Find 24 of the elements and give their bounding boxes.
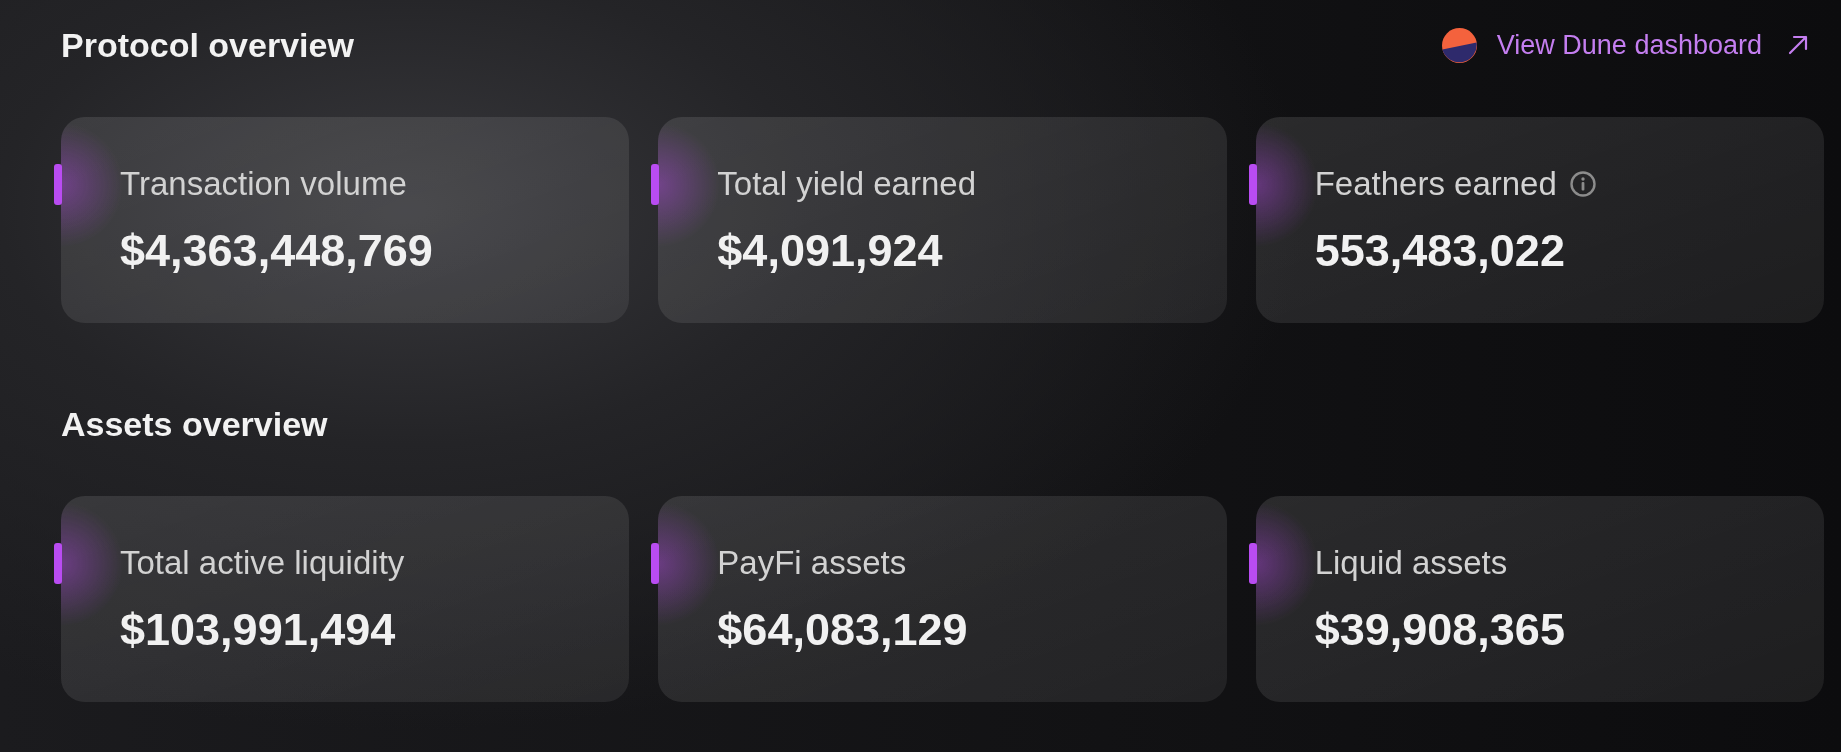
accent-bar [54, 543, 62, 584]
stat-value: $4,363,448,769 [120, 225, 433, 277]
info-icon[interactable] [1569, 171, 1596, 197]
accent-bar [651, 543, 660, 584]
stat-label: Total active liquidity [120, 543, 405, 583]
stat-label: Total yield earned [717, 164, 976, 204]
stat-value: 553,483,022 [1314, 225, 1565, 277]
stat-value: $103,991,494 [120, 604, 396, 656]
dashboard-link[interactable]: View Dune dashboard [1496, 28, 1808, 62]
stat-label: PayFi assets [717, 543, 907, 583]
accent-bar [651, 164, 660, 205]
stat-value: $4,091,924 [717, 225, 943, 277]
stat-label: Transaction volume [120, 164, 407, 204]
accent-bar [1248, 164, 1257, 205]
stat-label: Liquid assets [1314, 543, 1508, 583]
section-heading: Protocol overview [61, 25, 354, 65]
arrow-up-right-icon [1788, 35, 1808, 55]
stat-value: $64,083,129 [717, 604, 968, 656]
accent-bar [1248, 543, 1257, 584]
stat-value: $39,908,365 [1314, 604, 1565, 656]
logo-icon [1441, 27, 1477, 63]
accent-bar [54, 164, 62, 205]
section-heading: Assets overview [61, 404, 328, 444]
stat-label: Feathers earned [1314, 164, 1557, 204]
